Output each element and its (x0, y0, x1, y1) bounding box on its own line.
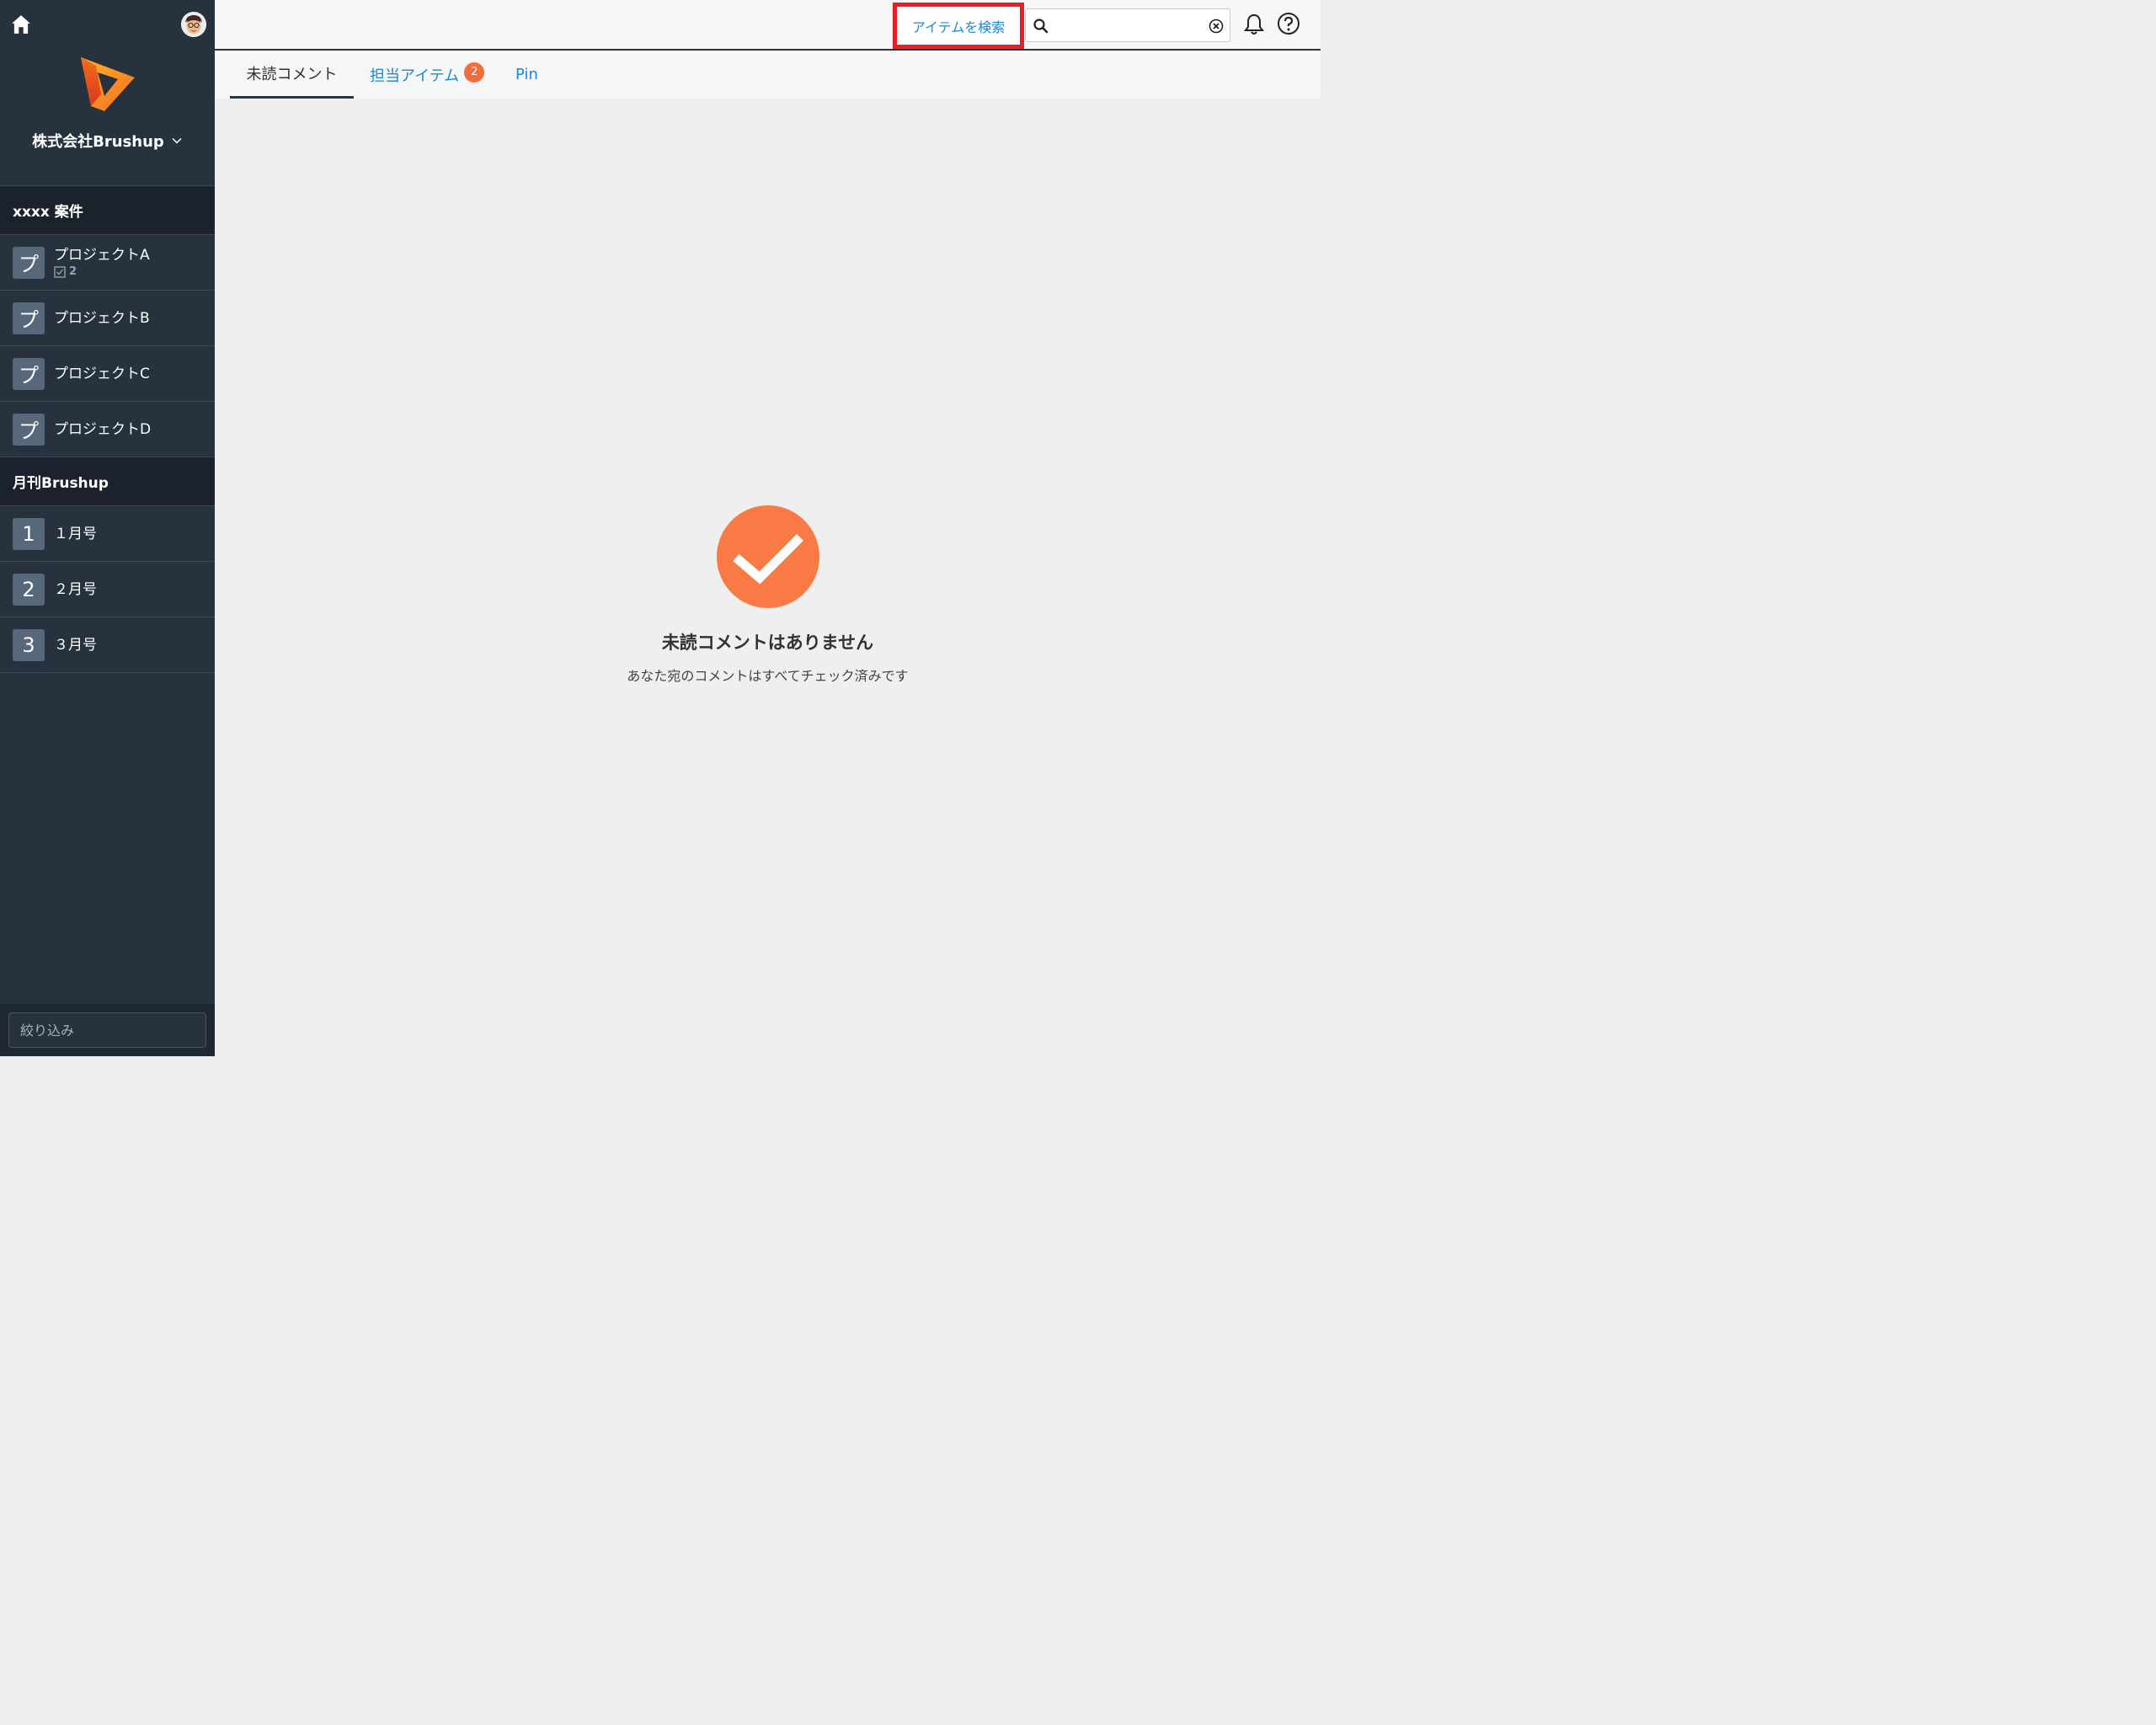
project-initial: 1 (13, 517, 45, 550)
search-icon (1033, 19, 1049, 34)
organization-switcher[interactable]: 株式会社Brushup (0, 128, 215, 153)
clear-icon[interactable] (1209, 19, 1224, 34)
project-initial: プ (13, 246, 45, 279)
project-initial: 3 (13, 628, 45, 661)
tab-pin[interactable]: Pin (515, 51, 538, 99)
group-title: xxxx 案件 (13, 204, 83, 221)
sidebar-item-label: プロジェクトB (54, 309, 150, 327)
help-icon[interactable] (1277, 12, 1300, 35)
sidebar-item-project-d[interactable]: プ プロジェクトD (0, 402, 215, 457)
main-content: 未読コメントはありません あなた宛のコメントはすべてチェック済みです (215, 99, 1321, 1056)
sidebar-item-label: プロジェクトA (54, 246, 150, 264)
sidebar-item-label: ３月号 (54, 636, 97, 654)
sidebar: 株式会社Brushup xxxx 案件 プ プロジェクトA 2 プ プロジェクト… (0, 0, 215, 1056)
bell-icon[interactable] (1243, 13, 1265, 36)
search-scope-label: アイテムを検索 (911, 19, 1006, 35)
sidebar-item-project-b[interactable]: プ プロジェクトB (0, 291, 215, 346)
tab-label: 未読コメント (246, 66, 338, 83)
search-scope-button[interactable]: アイテムを検索 (893, 3, 1024, 49)
project-initial: 2 (13, 573, 45, 606)
tab-unread-comments[interactable]: 未読コメント (230, 51, 354, 99)
group-header: 月刊Brushup (0, 457, 215, 506)
tab-assigned-items[interactable]: 担当アイテム 2 (370, 51, 485, 99)
sidebar-item-february[interactable]: 2 ２月号 (0, 562, 215, 617)
organization-name: 株式会社Brushup (32, 133, 164, 151)
tab-bar: 未読コメント 担当アイテム 2 Pin (215, 51, 1321, 99)
sidebar-item-label: プロジェクトD (54, 420, 152, 438)
group-title: 月刊Brushup (13, 475, 109, 492)
sidebar-item-label: ２月号 (54, 580, 97, 598)
group-header: xxxx 案件 (0, 186, 215, 235)
filter-area (0, 1004, 215, 1056)
avatar[interactable] (181, 12, 206, 37)
empty-state-subtitle: あなた宛のコメントはすべてチェック済みです (627, 668, 909, 684)
sidebar-item-project-c[interactable]: プ プロジェクトC (0, 346, 215, 402)
check-circle-icon (717, 505, 819, 608)
home-icon[interactable] (10, 13, 32, 35)
sidebar-item-project-a[interactable]: プ プロジェクトA 2 (0, 235, 215, 291)
chevron-down-icon (172, 137, 182, 144)
sidebar-item-january[interactable]: 1 １月号 (0, 506, 215, 562)
project-initial: プ (13, 357, 45, 390)
search-field[interactable] (1025, 8, 1230, 42)
search-input[interactable] (1054, 14, 1198, 36)
checkbox-icon (54, 265, 66, 278)
project-initial: プ (13, 302, 45, 334)
project-list: xxxx 案件 プ プロジェクトA 2 プ プロジェクトB プ プロジェクトC (0, 186, 215, 673)
item-count-value: 2 (69, 264, 77, 278)
tab-label: 担当アイテム (370, 67, 460, 85)
count-badge: 2 (464, 61, 485, 83)
top-bar: アイテムを検索 (215, 0, 1321, 51)
item-count: 2 (54, 264, 150, 280)
sidebar-item-label: １月号 (54, 525, 97, 542)
filter-input[interactable] (8, 1012, 206, 1048)
sidebar-item-label: プロジェクトC (54, 365, 150, 382)
brushup-logo[interactable] (79, 54, 136, 113)
sidebar-item-march[interactable]: 3 ３月号 (0, 617, 215, 673)
empty-state-title: 未読コメントはありません (661, 633, 874, 653)
tab-label: Pin (515, 66, 538, 83)
project-initial: プ (13, 413, 45, 446)
